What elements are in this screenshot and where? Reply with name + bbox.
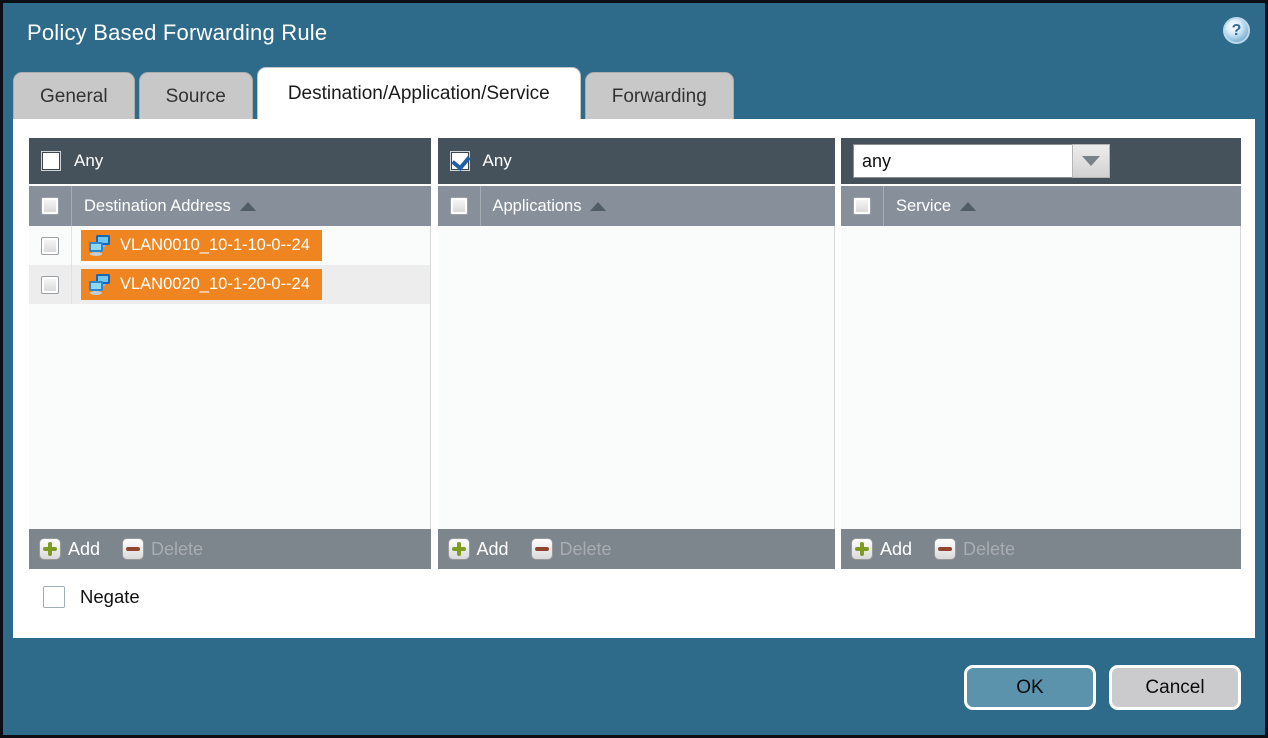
tab-destination-application-service[interactable]: Destination/Application/Service — [257, 67, 581, 119]
tab-source[interactable]: Source — [139, 72, 253, 119]
service-panel: Service Add Delete — [841, 138, 1241, 569]
ok-button[interactable]: OK — [964, 665, 1096, 710]
delete-button[interactable]: Delete — [934, 538, 1015, 560]
add-button[interactable]: Add — [448, 538, 509, 560]
applications-column-label[interactable]: Applications — [493, 197, 582, 216]
tab-general[interactable]: General — [13, 72, 135, 119]
tab-content: Any Destination Address — [13, 119, 1255, 638]
service-select-all-checkbox[interactable] — [853, 197, 871, 215]
destination-any-label: Any — [74, 151, 103, 171]
service-toolbar: Add Delete — [841, 529, 1241, 569]
delete-button[interactable]: Delete — [531, 538, 612, 560]
service-dropdown-input[interactable] — [853, 144, 1072, 178]
network-address-icon — [87, 234, 112, 257]
applications-toolbar: Add Delete — [438, 529, 835, 569]
sort-ascending-icon[interactable] — [590, 202, 606, 211]
plus-icon — [39, 538, 61, 560]
destination-list: VLAN0010_10-1-10-0--24 — [29, 226, 431, 529]
sort-ascending-icon[interactable] — [240, 202, 256, 211]
destination-any-bar: Any — [29, 138, 431, 184]
destination-select-all-checkbox[interactable] — [41, 197, 59, 215]
destination-toolbar: Add Delete — [29, 529, 431, 569]
titlebar: Policy Based Forwarding Rule ? — [3, 3, 1265, 67]
negate-row: Negate — [29, 586, 1241, 608]
plus-icon — [448, 538, 470, 560]
add-button[interactable]: Add — [851, 538, 912, 560]
row-checkbox[interactable] — [41, 276, 59, 294]
service-column-label[interactable]: Service — [896, 197, 951, 216]
service-dropdown — [853, 144, 1110, 178]
applications-any-bar: Any — [438, 138, 835, 184]
service-list — [841, 226, 1241, 529]
policy-based-forwarding-dialog: Policy Based Forwarding Rule ? General S… — [0, 0, 1268, 738]
cancel-button[interactable]: Cancel — [1109, 665, 1241, 710]
negate-label: Negate — [80, 586, 140, 608]
applications-any-checkbox[interactable] — [450, 151, 470, 171]
applications-any-label: Any — [483, 151, 512, 171]
minus-icon — [934, 538, 956, 560]
destination-panel: Any Destination Address — [29, 138, 431, 569]
help-icon[interactable]: ? — [1223, 17, 1250, 44]
address-chip[interactable]: VLAN0010_10-1-10-0--24 — [81, 230, 322, 261]
applications-panel: Any Applications Add Delete — [438, 138, 835, 569]
service-column-header: Service — [841, 186, 1241, 226]
applications-column-header: Applications — [438, 186, 835, 226]
applications-list — [438, 226, 835, 529]
table-row[interactable]: VLAN0020_10-1-20-0--24 — [29, 265, 430, 304]
destination-column-header: Destination Address — [29, 186, 431, 226]
service-dropdown-bar — [841, 138, 1241, 184]
negate-checkbox[interactable] — [43, 586, 65, 608]
dropdown-button[interactable] — [1072, 144, 1110, 178]
add-button[interactable]: Add — [39, 538, 100, 560]
chevron-down-icon — [1082, 156, 1100, 166]
tab-bar: General Source Destination/Application/S… — [3, 67, 1265, 119]
sort-ascending-icon[interactable] — [960, 202, 976, 211]
destination-column-label[interactable]: Destination Address — [84, 197, 231, 216]
delete-button[interactable]: Delete — [122, 538, 203, 560]
minus-icon — [531, 538, 553, 560]
address-chip-label: VLAN0020_10-1-20-0--24 — [120, 275, 310, 294]
address-chip-label: VLAN0010_10-1-10-0--24 — [120, 236, 310, 255]
dialog-buttons: OK Cancel — [3, 640, 1265, 735]
minus-icon — [122, 538, 144, 560]
tab-forwarding[interactable]: Forwarding — [585, 72, 734, 119]
network-address-icon — [87, 273, 112, 296]
plus-icon — [851, 538, 873, 560]
address-chip[interactable]: VLAN0020_10-1-20-0--24 — [81, 269, 322, 300]
applications-select-all-checkbox[interactable] — [450, 197, 468, 215]
panel-row: Any Destination Address — [29, 138, 1241, 569]
table-row[interactable]: VLAN0010_10-1-10-0--24 — [29, 226, 430, 265]
row-checkbox[interactable] — [41, 237, 59, 255]
destination-any-checkbox[interactable] — [41, 151, 61, 171]
dialog-title: Policy Based Forwarding Rule — [27, 20, 327, 46]
